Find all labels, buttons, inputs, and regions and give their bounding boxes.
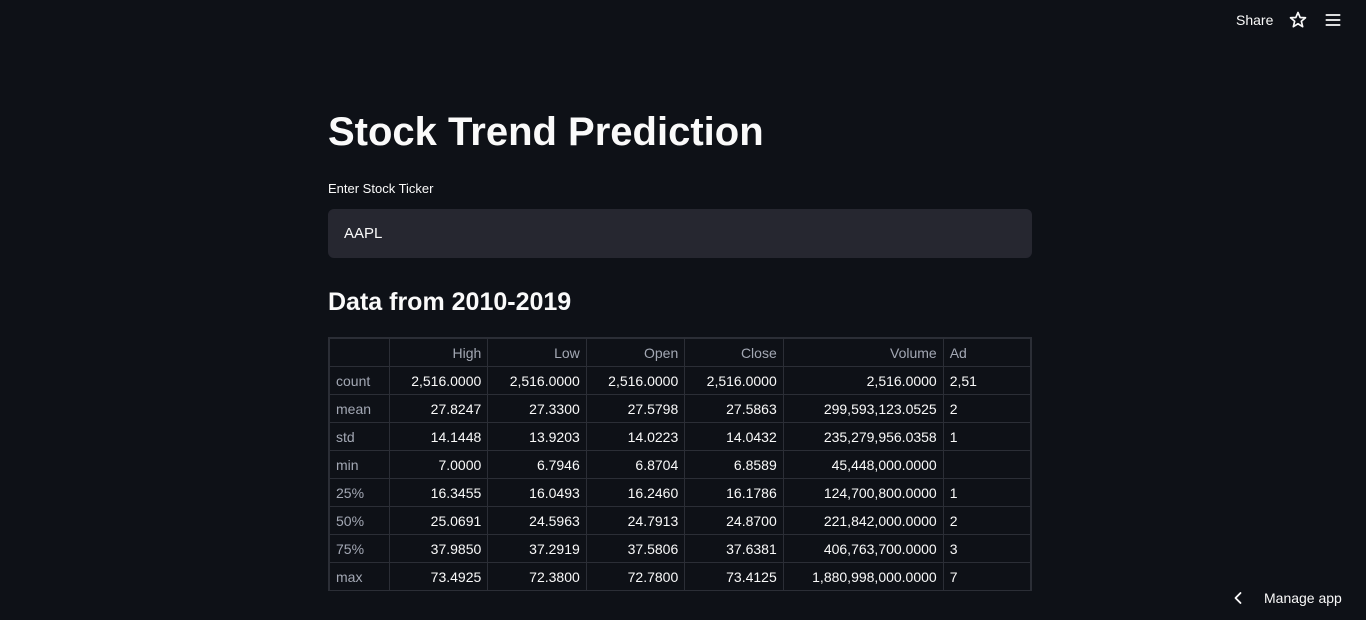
table-cell[interactable]: 27.8247 [388,394,489,423]
table-cell[interactable]: 72.3800 [487,562,587,590]
table-row: 25% 16.3455 16.0493 16.2460 16.1786 124,700,8… [329,478,1031,507]
table-cell[interactable]: 14.0432 [684,422,784,451]
table-row: std 14.1448 13.9203 14.0223 14.0432 235,279,9… [329,422,1031,451]
share-button[interactable]: Share [1228,10,1281,30]
table-cell[interactable]: 37.2919 [487,534,587,563]
column-header[interactable] [329,338,390,367]
table-cell[interactable]: 16.0493 [487,478,587,507]
table-cell[interactable]: 1,880,998,000.0000 [782,562,944,590]
table-header-row: High Low Open Close Volume Ad [329,338,1031,367]
table-cell[interactable]: 73.4125 [684,562,784,590]
table-row: count 2,516.0000 2,516.0000 2,516.0000 2,516… [329,366,1031,395]
row-header[interactable]: max [329,562,390,590]
section-title: Data from 2010-2019 [328,288,572,316]
column-header-volume[interactable]: Volume [782,338,944,367]
row-header[interactable]: mean [329,394,390,423]
manage-app-label: Manage app [1264,590,1342,606]
hamburger-menu-icon[interactable] [1323,10,1343,30]
row-header[interactable]: std [329,422,390,451]
table-cell[interactable]: 299,593,123.0525 [782,394,944,423]
table-cell[interactable]: 37.9850 [388,534,489,563]
table-cell[interactable]: 3 [942,534,1031,563]
chevron-left-icon [1228,588,1248,608]
table-cell[interactable]: 2,516.0000 [782,366,944,395]
table-cell[interactable]: 16.2460 [585,478,686,507]
table-row: 75% 37.9850 37.2919 37.5806 37.6381 406,763,7… [329,534,1031,563]
table-row: max 73.4925 72.3800 72.7800 73.4125 1,880,998… [329,562,1031,590]
ticker-input-label: Enter Stock Ticker [328,181,434,196]
table-cell[interactable]: 27.3300 [487,394,587,423]
table-cell[interactable] [942,450,1031,479]
stats-table: High Low Open Close Volume Ad count 2,516… [329,338,1031,590]
table-cell[interactable]: 2 [942,506,1031,535]
row-header[interactable]: min [329,450,390,479]
table-cell[interactable]: 16.3455 [388,478,489,507]
table-row: 50% 25.0691 24.5963 24.7913 24.8700 221,842,0… [329,506,1031,535]
table-cell[interactable]: 37.6381 [684,534,784,563]
table-row: mean 27.8247 27.3300 27.5798 27.5863 299,593,… [329,394,1031,423]
row-header[interactable]: 50% [329,506,390,535]
table-cell[interactable]: 221,842,000.0000 [782,506,944,535]
table-cell[interactable]: 6.8589 [684,450,784,479]
table-cell[interactable]: 7 [942,562,1031,590]
table-cell[interactable]: 7.0000 [388,450,489,479]
table-cell[interactable]: 2,51 [942,366,1031,395]
table-cell[interactable]: 1 [942,422,1031,451]
table-cell[interactable]: 14.0223 [585,422,686,451]
table-cell[interactable]: 6.8704 [585,450,686,479]
column-header-open[interactable]: Open [585,338,686,367]
column-header-low[interactable]: Low [487,338,587,367]
table-cell[interactable]: 27.5798 [585,394,686,423]
table-cell[interactable]: 1 [942,478,1031,507]
table-cell[interactable]: 72.7800 [585,562,686,590]
table-cell[interactable]: 16.1786 [684,478,784,507]
table-cell[interactable]: 406,763,700.0000 [782,534,944,563]
table-cell[interactable]: 235,279,956.0358 [782,422,944,451]
table-cell[interactable]: 73.4925 [388,562,489,590]
table-cell[interactable]: 2,516.0000 [388,366,489,395]
table-cell[interactable]: 24.7913 [585,506,686,535]
column-header-adj-close[interactable]: Ad [942,338,1031,367]
stats-table-container[interactable]: High Low Open Close Volume Ad count 2,516… [328,337,1032,591]
table-cell[interactable]: 2,516.0000 [487,366,587,395]
table-cell[interactable]: 6.7946 [487,450,587,479]
table-cell[interactable]: 45,448,000.0000 [782,450,944,479]
column-header-close[interactable]: Close [684,338,784,367]
table-cell[interactable]: 27.5863 [684,394,784,423]
row-header[interactable]: 75% [329,534,390,563]
table-cell[interactable]: 24.8700 [684,506,784,535]
table-cell[interactable]: 24.5963 [487,506,587,535]
table-cell[interactable]: 124,700,800.0000 [782,478,944,507]
row-header[interactable]: 25% [329,478,390,507]
table-cell[interactable]: 37.5806 [585,534,686,563]
table-cell[interactable]: 25.0691 [388,506,489,535]
table-cell[interactable]: 2 [942,394,1031,423]
table-row: min 7.0000 6.7946 6.8704 6.8589 45,448,000.00… [329,450,1031,479]
top-toolbar: Share [0,0,1366,40]
page-title: Stock Trend Prediction [328,110,764,154]
row-header[interactable]: count [329,366,390,395]
star-icon[interactable] [1288,10,1308,30]
column-header-high[interactable]: High [388,338,489,367]
manage-app-button[interactable]: Manage app [1228,586,1342,610]
table-cell[interactable]: 2,516.0000 [585,366,686,395]
ticker-input[interactable] [328,209,1032,258]
table-cell[interactable]: 13.9203 [487,422,587,451]
table-cell[interactable]: 14.1448 [388,422,489,451]
table-cell[interactable]: 2,516.0000 [684,366,784,395]
